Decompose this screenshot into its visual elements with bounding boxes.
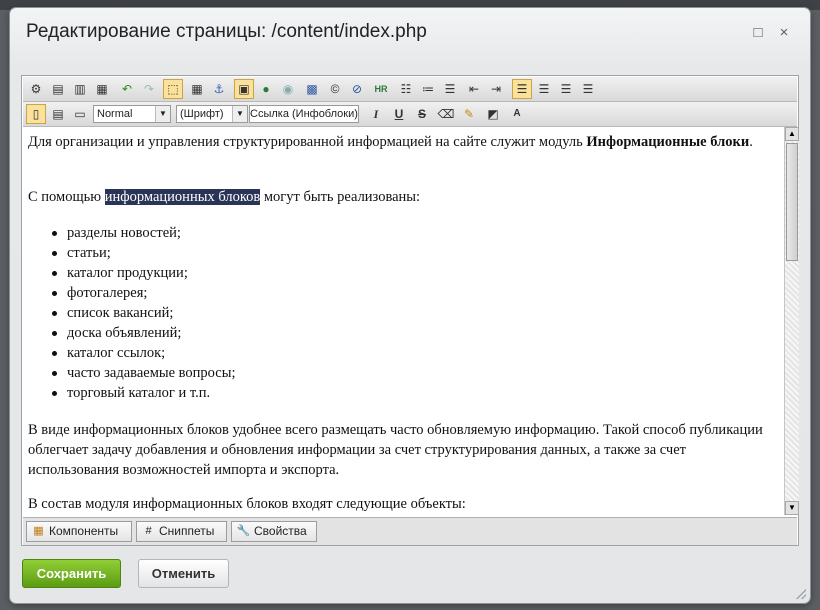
paragraph-3: В виде информационных блоков удобнее все… — [28, 422, 763, 478]
cancel-button[interactable]: Отменить — [138, 559, 229, 588]
scroll-up-icon[interactable]: ▲ — [785, 127, 799, 141]
html-editor: ⚙ ▤ ▥ ▦ ↶ ↷ ⬚ ▦ ⚓ ▣ ● ◉ ▩ © ⊘ HR ☷ ≔ ☰ ⇤… — [21, 75, 799, 546]
bg-color-icon[interactable]: A — [507, 104, 527, 124]
split-mode-icon[interactable]: ▭ — [70, 104, 90, 124]
paragraph-2-after: могут быть реализованы: — [260, 189, 421, 205]
anchor-icon[interactable]: ⚓ — [209, 79, 229, 99]
tab-snippets[interactable]: # Сниппеты — [136, 521, 227, 542]
snippets-icon: # — [145, 525, 152, 537]
editor-content[interactable]: Для организации и управления структуриро… — [23, 127, 783, 513]
resize-grip-icon[interactable] — [796, 589, 806, 599]
dialog-title: Редактирование страницы: /content/index.… — [26, 21, 427, 42]
toolbar-row-2: ▯ ▤ ▭ Normal ▼ (Шрифт) ▼ Ссылка (Инфобло… — [23, 102, 797, 127]
tab-components[interactable]: ▦ Компоненты — [26, 521, 132, 542]
scroll-thumb[interactable] — [786, 143, 798, 261]
tab-properties-label: Свойства — [254, 524, 307, 538]
indent-icon[interactable]: ⇥ — [486, 79, 506, 99]
hr-icon[interactable]: HR — [371, 79, 391, 99]
list-item: каталог ссылок; — [52, 344, 236, 364]
features-list: разделы новостей; статьи; каталог продук… — [52, 224, 236, 404]
link-icon[interactable]: ⊘ — [347, 79, 367, 99]
redo-icon[interactable]: ↷ — [139, 79, 159, 99]
list-item: разделы новостей; — [52, 224, 236, 244]
align-center-icon[interactable]: ☰ — [534, 79, 554, 99]
wrench-icon: 🔧 — [236, 525, 251, 537]
paragraph-4: В состав модуля информационных блоков вх… — [28, 496, 466, 512]
paste-text-icon[interactable]: ▥ — [70, 79, 90, 99]
selected-text: информационных блоков — [104, 189, 261, 205]
list-item: часто задаваемые вопросы; — [52, 364, 236, 384]
align-right-icon[interactable]: ☰ — [556, 79, 576, 99]
paragraph-1-text: Для организации и управления структуриро… — [28, 134, 587, 150]
toolbar-row-1: ⚙ ▤ ▥ ▦ ↶ ↷ ⬚ ▦ ⚓ ▣ ● ◉ ▩ © ⊘ HR ☷ ≔ ☰ ⇤… — [23, 77, 797, 102]
save-button[interactable]: Сохранить — [22, 559, 121, 588]
outdent-icon[interactable]: ⇤ — [464, 79, 484, 99]
special-icon[interactable]: ▣ — [234, 79, 254, 99]
paragraph-2: С помощью информационных блоков могут бы… — [28, 188, 780, 207]
font-select[interactable]: (Шрифт) ▼ — [176, 105, 248, 123]
copyright-icon[interactable]: © — [325, 79, 345, 99]
image-icon[interactable]: ▩ — [302, 79, 322, 99]
editor-bottom-tabs: ▦ Компоненты # Сниппеты 🔧 Свойства — [23, 517, 797, 545]
code-mode-icon[interactable]: ▤ — [48, 104, 68, 124]
chevron-down-icon: ▼ — [232, 106, 247, 122]
wysiwyg-mode-icon[interactable]: ▯ — [26, 104, 46, 124]
justify-icon[interactable]: ☰ — [578, 79, 598, 99]
vertical-scrollbar[interactable]: ▲ ▼ — [784, 127, 799, 515]
media-icon[interactable]: ◉ — [278, 79, 298, 99]
style-select-value: Normal — [97, 108, 133, 120]
italic-icon[interactable]: I — [366, 104, 386, 124]
bullet-list-icon[interactable]: ☰ — [440, 79, 460, 99]
list-item: каталог продукции; — [52, 264, 236, 284]
list-item: список вакансий; — [52, 304, 236, 324]
ordered-list-icon[interactable]: ☷ — [396, 79, 416, 99]
list-item: фотогалерея; — [52, 284, 236, 304]
borders-icon[interactable]: ⬚ — [163, 79, 183, 99]
underline-icon[interactable]: U — [389, 104, 409, 124]
paragraph-2-before: С помощью — [28, 189, 105, 205]
link-select-value: Ссылка (Инфоблоки) — [250, 108, 358, 120]
eraser-icon[interactable]: ⌫ — [436, 104, 456, 124]
font-select-value: (Шрифт) — [180, 108, 224, 120]
list-item: доска объявлений; — [52, 324, 236, 344]
link-select[interactable]: Ссылка (Инфоблоки) — [249, 105, 359, 123]
tab-properties[interactable]: 🔧 Свойства — [231, 521, 317, 542]
table-icon[interactable]: ▦ — [187, 79, 207, 99]
align-left-icon[interactable]: ☰ — [512, 79, 532, 99]
paste-icon[interactable]: ▦ — [92, 79, 112, 99]
numbered-list-icon[interactable]: ≔ — [418, 79, 438, 99]
chevron-down-icon: ▼ — [155, 106, 170, 122]
text-color-icon[interactable]: ◩ — [483, 104, 503, 124]
style-select[interactable]: Normal ▼ — [93, 105, 171, 123]
components-icon: ▦ — [33, 525, 44, 537]
paragraph-1-bold: Информационные блоки — [586, 134, 750, 150]
strike-icon[interactable]: S — [412, 104, 432, 124]
close-icon[interactable]: × — [773, 22, 795, 44]
settings-icon[interactable]: ⚙ — [26, 79, 46, 99]
paragraph-1: Для организации и управления структуриро… — [28, 133, 780, 152]
edit-page-dialog: Редактирование страницы: /content/index.… — [10, 8, 810, 603]
tab-components-label: Компоненты — [49, 524, 119, 538]
flash-icon[interactable]: ● — [256, 79, 276, 99]
tab-snippets-label: Сниппеты — [159, 524, 215, 538]
list-item: торговый каталог и т.п. — [52, 384, 236, 404]
undo-icon[interactable]: ↶ — [117, 79, 137, 99]
maximize-icon[interactable]: □ — [747, 22, 769, 44]
list-item: статьи; — [52, 244, 236, 264]
paste-word-icon[interactable]: ▤ — [48, 79, 68, 99]
scroll-down-icon[interactable]: ▼ — [785, 501, 799, 515]
paragraph-1-end: . — [749, 134, 753, 150]
clean-icon[interactable]: ✎ — [459, 104, 479, 124]
